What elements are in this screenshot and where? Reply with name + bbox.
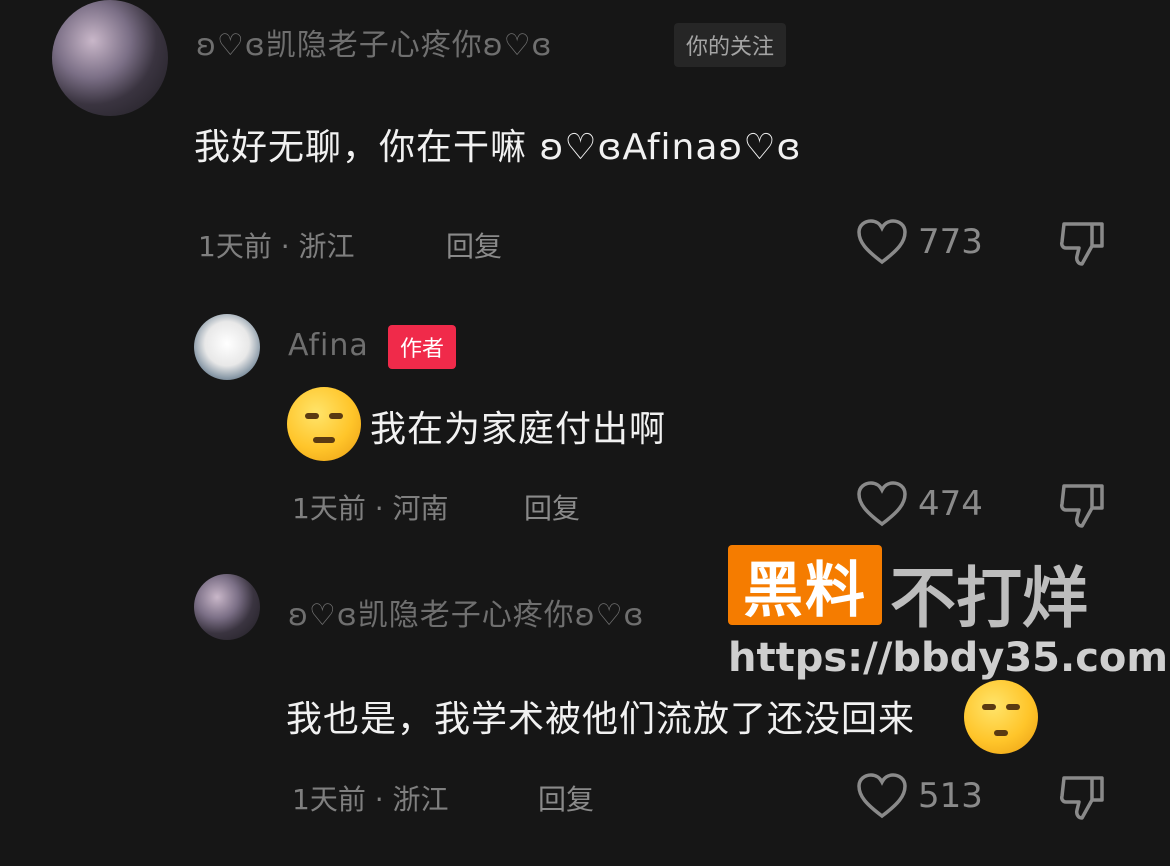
like-button[interactable]: 773 [856, 218, 983, 266]
username[interactable]: ʚ♡ɞ凯隐老子心疼你ʚ♡ɞ [288, 590, 644, 634]
reply-button[interactable]: 回复 [524, 487, 580, 527]
dislike-button[interactable] [1058, 218, 1106, 272]
like-button[interactable]: 513 [856, 772, 983, 820]
username[interactable]: Afina [288, 328, 369, 363]
thumbs-down-outline-icon [1060, 484, 1104, 528]
like-count: 773 [918, 222, 983, 262]
comment-text: 我在为家庭付出啊 [370, 409, 667, 450]
thinking-face-emoji [964, 680, 1038, 754]
comment-meta: 1天前 · 浙江 [198, 230, 355, 263]
like-count: 513 [918, 776, 983, 816]
reply-button[interactable]: 回复 [446, 225, 502, 265]
watermark-slogan: 不打烊 [890, 560, 1088, 637]
thumbs-down-outline-icon [1060, 776, 1104, 820]
watermark-brand: 黑料 [728, 545, 882, 626]
heart-outline-icon [857, 219, 907, 265]
avatar[interactable] [194, 574, 260, 640]
heart-outline-icon [857, 481, 907, 527]
comment-meta: 1天前 · 河南 [292, 492, 449, 525]
comment-text: 我也是，我学术被他们流放了还没回来 [286, 699, 916, 740]
following-badge: 你的关注 [674, 23, 787, 67]
watermark-url: https://bbdy35.com [728, 635, 1169, 681]
like-button[interactable]: 474 [856, 480, 983, 528]
thumbs-down-outline-icon [1060, 222, 1104, 266]
heart-outline-icon [857, 773, 907, 819]
avatar[interactable] [52, 0, 168, 116]
annoyed-face-emoji [287, 387, 361, 461]
avatar[interactable] [194, 314, 260, 380]
dislike-button[interactable] [1058, 772, 1106, 826]
dislike-button[interactable] [1058, 480, 1106, 534]
username[interactable]: ʚ♡ɞ凯隐老子心疼你ʚ♡ɞ [196, 20, 552, 64]
comment-text: 我好无聊，你在干嘛 ʚ♡ɞAfinaʚ♡ɞ [194, 127, 802, 168]
comment-meta: 1天前 · 浙江 [292, 783, 449, 816]
author-badge: 作者 [388, 325, 457, 369]
reply-button[interactable]: 回复 [538, 778, 594, 818]
like-count: 474 [918, 484, 983, 524]
